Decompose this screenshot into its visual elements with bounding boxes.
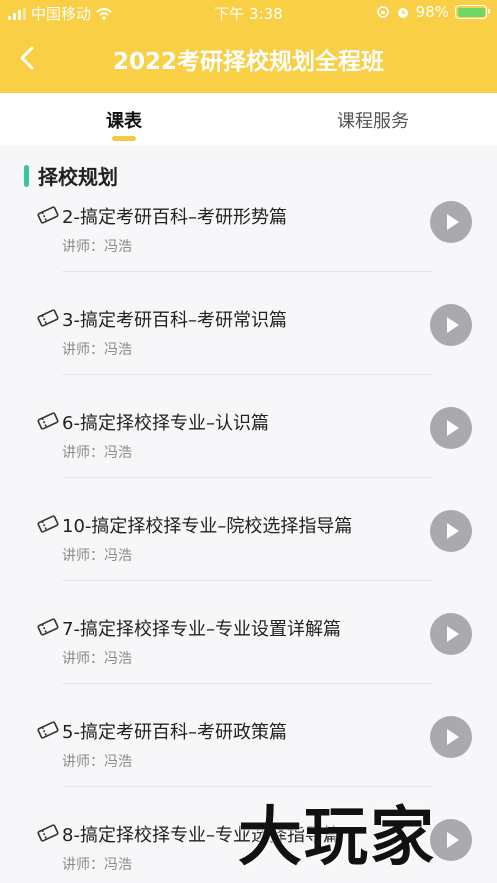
play-button[interactable] bbox=[430, 304, 472, 346]
alarm-icon bbox=[397, 8, 408, 18]
ticket-icon bbox=[37, 618, 59, 636]
section-accent-bar bbox=[24, 164, 29, 187]
ticket-icon bbox=[37, 206, 59, 224]
play-button[interactable] bbox=[430, 407, 472, 449]
tab-course-service[interactable]: 课程服务 bbox=[318, 107, 428, 133]
lesson-title: 7-搞定择校择专业–专业设置详解篇 bbox=[62, 619, 341, 640]
lesson-item[interactable]: 10-搞定择校择专业–院校选择指导篇 讲师：冯浩 bbox=[0, 510, 497, 613]
lesson-teacher: 讲师：冯浩 bbox=[62, 342, 132, 358]
lesson-title: 10-搞定择校择专业–院校选择指导篇 bbox=[62, 516, 353, 537]
status-bar: 中国移动 下午 3:38 98% bbox=[0, 0, 497, 26]
play-button[interactable] bbox=[430, 716, 472, 758]
lesson-item[interactable]: 6-搞定择校择专业–认识篇 讲师：冯浩 bbox=[0, 407, 497, 510]
ticket-icon bbox=[37, 412, 59, 430]
lesson-teacher: 讲师：冯浩 bbox=[62, 754, 132, 770]
lesson-item[interactable]: 2-搞定考研百科–考研形势篇 讲师：冯浩 bbox=[0, 201, 497, 304]
battery-percent: 98% bbox=[415, 3, 449, 21]
ticket-icon bbox=[37, 721, 59, 739]
divider bbox=[62, 683, 432, 684]
ticket-icon bbox=[37, 824, 59, 842]
tab-course-schedule[interactable]: 课表 bbox=[96, 107, 152, 133]
tab-bar: 课表 课程服务 bbox=[0, 93, 497, 145]
lesson-title: 2-搞定考研百科–考研形势篇 bbox=[62, 207, 287, 228]
section-header: 择校规划 bbox=[24, 161, 118, 190]
lesson-teacher: 讲师：冯浩 bbox=[62, 548, 132, 564]
lesson-teacher: 讲师：冯浩 bbox=[62, 445, 132, 461]
divider bbox=[62, 477, 432, 478]
lesson-teacher: 讲师：冯浩 bbox=[62, 857, 132, 873]
lesson-title: 5-搞定考研百科–考研政策篇 bbox=[62, 722, 287, 743]
ticket-icon bbox=[37, 515, 59, 533]
divider bbox=[62, 374, 432, 375]
header: 中国移动 下午 3:38 98% 2022考研择校规划全程班 bbox=[0, 0, 497, 93]
section-title: 择校规划 bbox=[38, 165, 118, 189]
watermark: 大玩家 bbox=[238, 801, 436, 875]
play-button[interactable] bbox=[430, 613, 472, 655]
battery-icon bbox=[455, 5, 490, 19]
orientation-lock-icon bbox=[376, 6, 389, 18]
divider bbox=[62, 580, 432, 581]
lesson-title: 6-搞定择校择专业–认识篇 bbox=[62, 413, 269, 434]
play-button[interactable] bbox=[430, 510, 472, 552]
lesson-item[interactable]: 7-搞定择校择专业–专业设置详解篇 讲师：冯浩 bbox=[0, 613, 497, 716]
page-title: 2022考研择校规划全程班 bbox=[112, 49, 384, 75]
lesson-title: 3-搞定考研百科–考研常识篇 bbox=[62, 310, 287, 331]
lesson-teacher: 讲师：冯浩 bbox=[62, 239, 132, 255]
divider bbox=[62, 271, 432, 272]
lesson-item[interactable]: 3-搞定考研百科–考研常识篇 讲师：冯浩 bbox=[0, 304, 497, 407]
play-button[interactable] bbox=[430, 201, 472, 243]
ticket-icon bbox=[37, 309, 59, 327]
lesson-teacher: 讲师：冯浩 bbox=[62, 651, 132, 667]
tab-active-indicator bbox=[112, 136, 136, 141]
play-button[interactable] bbox=[430, 819, 472, 861]
